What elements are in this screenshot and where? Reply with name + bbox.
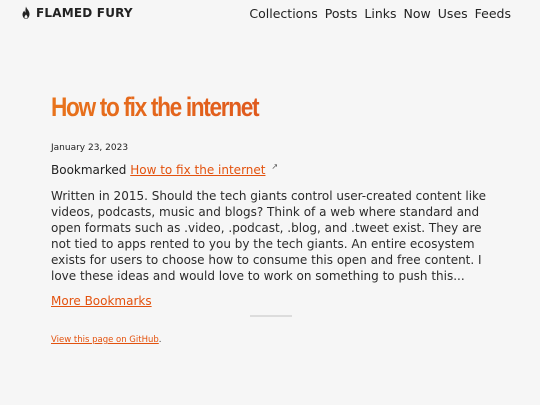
nav-uses[interactable]: Uses — [438, 6, 468, 21]
more-bookmarks-link[interactable]: More Bookmarks — [51, 294, 152, 308]
flame-icon — [22, 6, 30, 19]
divider — [250, 315, 292, 317]
bookmark-link[interactable]: How to fix the internet — [130, 163, 265, 177]
page: FLAMED FURY Collections Posts Links Now … — [0, 0, 540, 405]
nav-feeds[interactable]: Feeds — [475, 6, 511, 21]
page-title: How to fix the internet — [51, 88, 421, 126]
github-note: View this page on GitHub. — [51, 335, 491, 345]
post-date: January 23, 2023 — [51, 143, 129, 153]
brand-link[interactable]: FLAMED FURY — [20, 6, 133, 20]
site-header: FLAMED FURY Collections Posts Links Now … — [0, 0, 540, 30]
main-content: How to fix the internet January 23, 2023… — [51, 88, 491, 345]
bookmark-description: Written in 2015. Should the tech giants … — [51, 189, 486, 283]
external-link-icon: ↗ — [271, 162, 279, 171]
main-nav: Collections Posts Links Now Uses Feeds — [249, 6, 511, 21]
nav-posts[interactable]: Posts — [325, 6, 358, 21]
nav-collections[interactable]: Collections — [249, 6, 317, 21]
github-note-suffix: . — [158, 335, 162, 345]
github-link[interactable]: View this page on GitHub — [51, 335, 159, 345]
brand-name: FLAMED FURY — [36, 6, 133, 20]
bookmark-line: Bookmarked How to fix the internet ↗ — [51, 162, 491, 177]
nav-links[interactable]: Links — [364, 6, 396, 21]
nav-now[interactable]: Now — [404, 6, 431, 21]
bookmark-prefix: Bookmarked — [51, 163, 127, 177]
